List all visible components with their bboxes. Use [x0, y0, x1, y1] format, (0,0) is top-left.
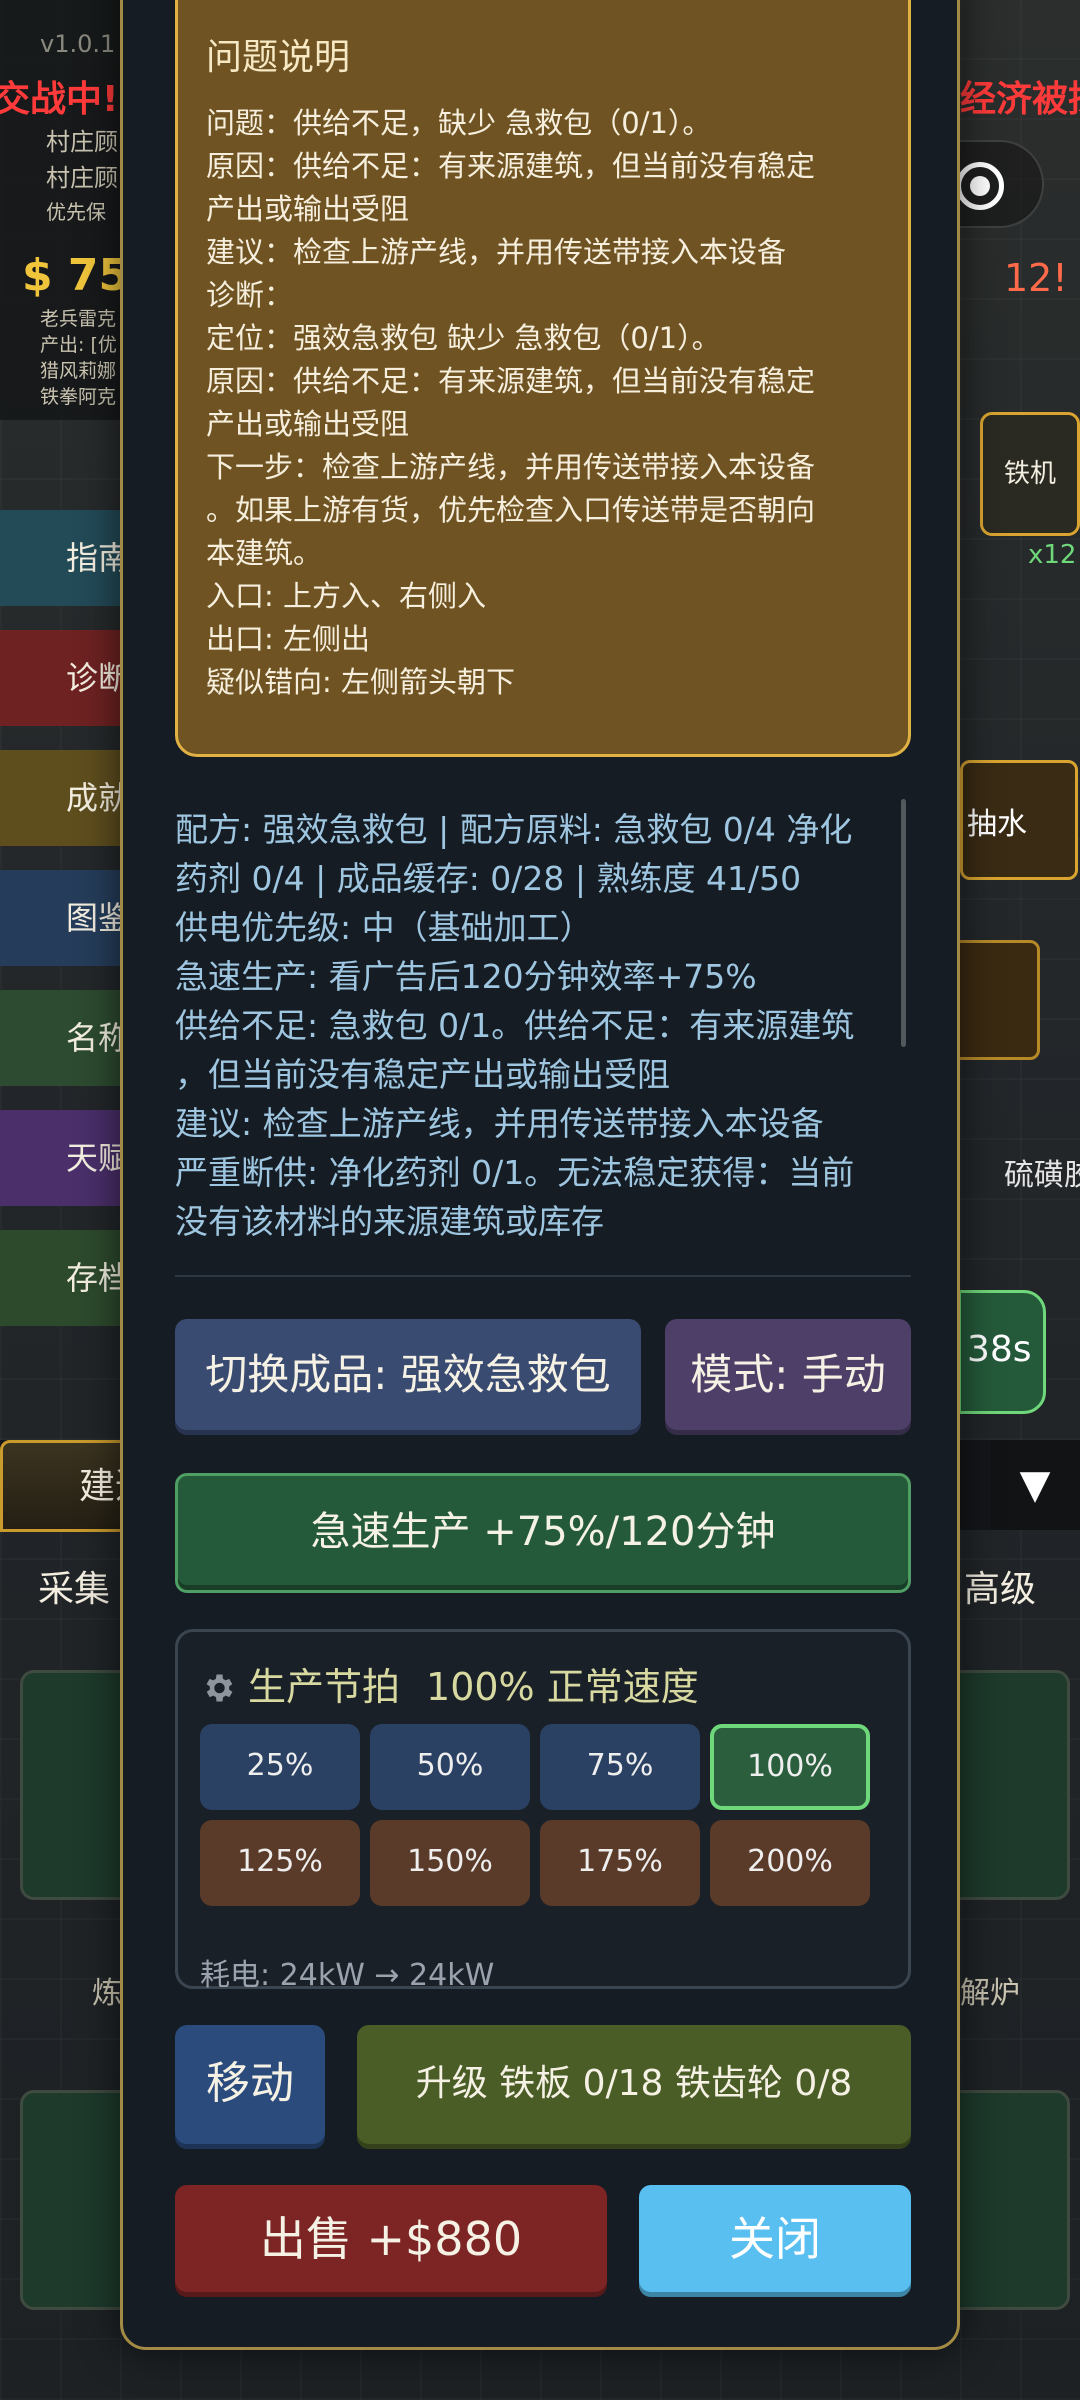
collapse-triangle-icon[interactable]: ▼ [990, 1440, 1080, 1530]
info-line: ，但当前没有稳定产出或输出受阻 [175, 1055, 670, 1094]
upgrade-button[interactable]: 升级 铁板 0/18 铁齿轮 0/8 [357, 2025, 911, 2149]
info-line: 建议: 检查上游产线，并用传送带接入本设备 [175, 1104, 824, 1143]
right-counter: 12! [1004, 256, 1068, 300]
close-button[interactable]: 关闭 [639, 2185, 911, 2297]
hud-small: 产出: [优 [40, 334, 117, 356]
problem-panel: 问题说明 问题：供给不足，缺少 急救包（0/1）。 原因：供给不足：有来源建筑，… [175, 0, 911, 757]
category-gather[interactable]: 采集 [38, 1560, 110, 1612]
tempo-title: 生产节拍 [248, 1665, 401, 1709]
problem-line: 原因：供给不足：有来源建筑，但当前没有稳定 [206, 149, 816, 183]
problem-line: 建议：检查上游产线，并用传送带接入本设备 [206, 235, 787, 269]
timer-label: 38s [967, 1329, 1032, 1370]
info-line: 供给不足: 急救包 0/1。供给不足：有来源建筑 [175, 1006, 855, 1045]
problem-line: 问题：供给不足，缺少 急救包（0/1）。 [206, 106, 712, 140]
rate-button-125[interactable]: 125% [200, 1820, 360, 1906]
production-tempo-panel: 生产节拍 100% 正常速度 25% 50% 75% 100% 125% 150%… [175, 1629, 911, 1993]
building-detail-modal: 问题说明 问题：供给不足，缺少 急救包（0/1）。 原因：供给不足：有来源建筑，… [120, 0, 960, 2350]
problem-line: 入口: 上方入、右侧入 [206, 579, 486, 613]
pump-label: 抽水 [967, 807, 1027, 842]
power-usage: 耗电: 24kW → 24kW [200, 1958, 495, 1993]
hud-version: v1.0.1 [40, 30, 116, 58]
problem-line: 出口: 左侧出 [206, 622, 370, 656]
info-line: 急速生产: 看广告后120分钟效率+75% [175, 957, 757, 996]
info-line: 没有该材料的来源建筑或库存 [175, 1202, 604, 1241]
problem-line: 产出或输出受阻 [206, 407, 410, 441]
machine-count: x12 [1028, 540, 1077, 570]
problem-line: 。如果上游有货，优先检查入口传送带是否朝向 [206, 493, 816, 527]
divider [175, 1275, 911, 1277]
rate-button-50[interactable]: 50% [370, 1724, 530, 1810]
rush-production-button[interactable]: 急速生产 +75%/120分钟 [175, 1473, 911, 1593]
category-advanced[interactable]: 高级 [964, 1560, 1036, 1612]
info-line: 配方: 强效急救包 | 配方原料: 急救包 0/4 净化 [175, 810, 853, 849]
tempo-status: 100% 正常速度 [426, 1665, 699, 1709]
rate-button-100-selected[interactable]: 100% [710, 1724, 870, 1810]
problem-line: 定位：强效急救包 缺少 急救包（0/1）。 [206, 321, 721, 355]
problem-line: 本建筑。 [206, 536, 323, 570]
pump-building[interactable]: 抽水 [960, 760, 1078, 880]
iron-machine-card[interactable]: 铁机 [980, 412, 1080, 536]
timer-badge: 38s [958, 1290, 1046, 1414]
hud-small: 铁拳阿克 [40, 386, 117, 408]
machine-label: 铁机 [1003, 459, 1056, 489]
hud-line: 村庄顾 [46, 128, 118, 156]
rate-button-150[interactable]: 150% [370, 1820, 530, 1906]
move-button[interactable]: 移动 [175, 2025, 325, 2149]
info-line: 药剂 0/4 | 成品缓存: 0/28 | 熟练度 41/50 [175, 859, 802, 898]
recipe-info[interactable]: 配方: 强效急救包 | 配方原料: 急救包 0/4 净化 药剂 0/4 | 成品… [175, 805, 911, 1255]
problem-line: 疑似错向: 左侧箭头朝下 [206, 665, 515, 699]
problem-line: 产出或输出受阻 [206, 192, 410, 226]
battle-banner-right: 经济被掠 [960, 79, 1080, 120]
info-line: 供电优先级: 中（基础加工） [175, 908, 593, 947]
info-scrollbar[interactable] [901, 799, 906, 1047]
problem-title: 问题说明 [206, 37, 351, 78]
rate-button-175[interactable]: 175% [540, 1820, 700, 1906]
sulfur-label: 硫磺胶 [1004, 1158, 1080, 1193]
hud-small: 老兵雷克 [40, 308, 117, 330]
hud-small: 猎风莉娜 [40, 360, 117, 382]
target-icon[interactable] [956, 162, 1004, 210]
hud-line: 村庄顾 [46, 164, 118, 192]
problem-line: 下一步：检查上游产线，并用传送带接入本设备 [206, 450, 816, 484]
hud-line: 优先保 [46, 200, 106, 224]
problem-line: 诊断： [206, 278, 294, 312]
tempo-header: 生产节拍 100% 正常速度 [200, 1656, 699, 1711]
info-line: 严重断供: 净化药剂 0/1。无法稳定获得：当前 [175, 1153, 855, 1192]
switch-product-button[interactable]: 切换成品: 强效急救包 [175, 1319, 641, 1435]
sell-button[interactable]: 出售 +$880 [175, 2185, 607, 2297]
gear-icon [206, 1674, 233, 1702]
rate-button-25[interactable]: 25% [200, 1724, 360, 1810]
problem-line: 原因：供给不足：有来源建筑，但当前没有稳定 [206, 364, 816, 398]
belt-machine[interactable] [950, 940, 1040, 1060]
mode-button[interactable]: 模式: 手动 [665, 1319, 911, 1435]
rate-button-200[interactable]: 200% [710, 1820, 870, 1906]
rate-button-75[interactable]: 75% [540, 1724, 700, 1810]
